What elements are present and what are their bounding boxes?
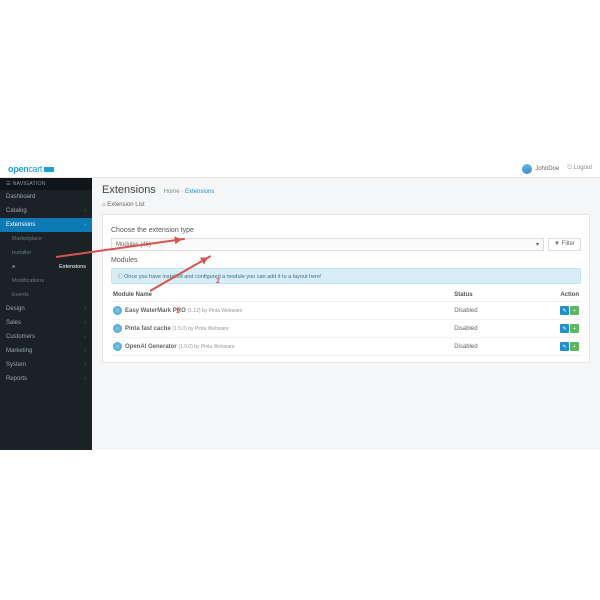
sidebar-item-marketing[interactable]: Marketing›	[0, 344, 92, 358]
sidebar: ☰ NAVIGATION Dashboard Catalog› Extensio…	[0, 178, 92, 450]
choose-label: Choose the extension type	[111, 227, 581, 234]
module-icon	[113, 324, 122, 333]
filter-button[interactable]: ▼ Filter	[548, 238, 581, 251]
table-row: OpenAI Generator (1.0.0) by Pinta Webwar…	[111, 338, 581, 356]
install-button[interactable]: +	[570, 324, 579, 333]
sidebar-sub-events[interactable]: Events	[0, 288, 92, 302]
install-button[interactable]: +	[570, 342, 579, 351]
sidebar-item-reports[interactable]: Reports›	[0, 372, 92, 386]
sidebar-sub-modifications[interactable]: Modifications	[0, 274, 92, 288]
list-header: ⌂ Extension List	[102, 202, 590, 208]
module-icon	[113, 306, 122, 315]
sidebar-item-extensions[interactable]: Extensions›	[0, 218, 92, 232]
content: Extensions Home · Extensions ⌂ Extension…	[92, 178, 600, 450]
install-button[interactable]: +	[570, 306, 579, 315]
sidebar-item-dashboard[interactable]: Dashboard	[0, 190, 92, 204]
top-bar: opencart JohnDoe ⎋ Logout	[0, 160, 600, 178]
modules-table: Module NameStatusAction Easy WaterMark P…	[111, 289, 581, 356]
nav-header: ☰ NAVIGATION	[0, 178, 92, 190]
username[interactable]: JohnDoe	[535, 166, 559, 172]
page-title: Extensions	[102, 184, 156, 196]
annotation-number: 1	[176, 308, 180, 315]
breadcrumb-extensions[interactable]: Extensions	[185, 189, 214, 195]
sidebar-item-catalog[interactable]: Catalog›	[0, 204, 92, 218]
table-row: Pinta fast cache (1.5.0) by Pinta Webwar…	[111, 320, 581, 338]
chevron-down-icon: ▾	[536, 241, 539, 248]
section-title: Modules	[111, 257, 581, 264]
sidebar-sub-extensions[interactable]: » Extensions	[0, 260, 92, 274]
logo: opencart	[8, 164, 54, 174]
col-name: Module Name	[111, 289, 452, 302]
edit-button[interactable]: ✎	[560, 306, 569, 315]
edit-button[interactable]: ✎	[560, 342, 569, 351]
breadcrumb: Home · Extensions	[164, 189, 215, 195]
edit-button[interactable]: ✎	[560, 324, 569, 333]
sidebar-item-design[interactable]: Design›	[0, 302, 92, 316]
sidebar-item-customers[interactable]: Customers›	[0, 330, 92, 344]
col-status: Status	[452, 289, 522, 302]
sidebar-item-system[interactable]: System›	[0, 358, 92, 372]
col-action: Action	[522, 289, 581, 302]
sidebar-item-sales[interactable]: Sales›	[0, 316, 92, 330]
table-row: Easy WaterMark PRO (1.12) by Pinta Webwa…	[111, 302, 581, 320]
module-icon	[113, 342, 122, 351]
annotation-number: 2	[216, 278, 220, 285]
avatar[interactable]	[522, 164, 532, 174]
logout-link[interactable]: ⎋ Logout	[567, 165, 592, 172]
sidebar-sub-marketplace[interactable]: Marketplace	[0, 232, 92, 246]
